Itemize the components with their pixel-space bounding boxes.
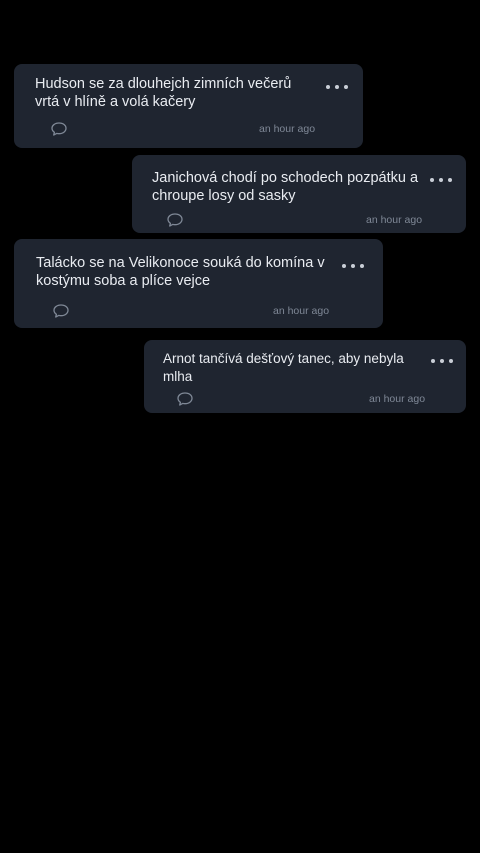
- comment-bubble-icon: [53, 304, 69, 318]
- more-options-button[interactable]: [430, 174, 452, 186]
- timestamp: an hour ago: [366, 214, 423, 226]
- comment-button[interactable]: [50, 121, 68, 137]
- more-options-button[interactable]: [431, 355, 453, 367]
- message-text: Hudson se za dlouhejch zimních večerů vr…: [35, 76, 292, 110]
- comment-button[interactable]: [176, 391, 194, 407]
- comment-bubble-icon: [51, 122, 67, 136]
- comment-button[interactable]: [166, 212, 184, 228]
- more-options-button[interactable]: [342, 260, 364, 272]
- message-text: Janichová chodí po schodech pozpátku a c…: [152, 170, 419, 204]
- more-horizontal-icon: [326, 85, 330, 89]
- comment-bubble-icon: [167, 213, 183, 227]
- more-horizontal-icon: [430, 178, 434, 182]
- timestamp: an hour ago: [259, 123, 316, 135]
- comment-button[interactable]: [52, 303, 70, 319]
- more-options-button[interactable]: [326, 81, 348, 93]
- message-card: Hudson se za dlouhejch zimních večerů vr…: [14, 64, 363, 148]
- timestamp: an hour ago: [273, 305, 330, 317]
- message-card: Arnot tančívá dešťový tanec, aby nebyla …: [144, 340, 466, 413]
- message-text: Talácko se na Velikonoce souká do komína…: [36, 255, 325, 289]
- more-horizontal-icon: [342, 264, 346, 268]
- timestamp: an hour ago: [369, 393, 426, 405]
- message-card: Janichová chodí po schodech pozpátku a c…: [132, 155, 466, 233]
- comment-bubble-icon: [177, 392, 193, 406]
- more-horizontal-icon: [431, 359, 435, 363]
- message-card: Talácko se na Velikonoce souká do komína…: [14, 239, 383, 328]
- message-text: Arnot tančívá dešťový tanec, aby nebyla …: [163, 351, 404, 384]
